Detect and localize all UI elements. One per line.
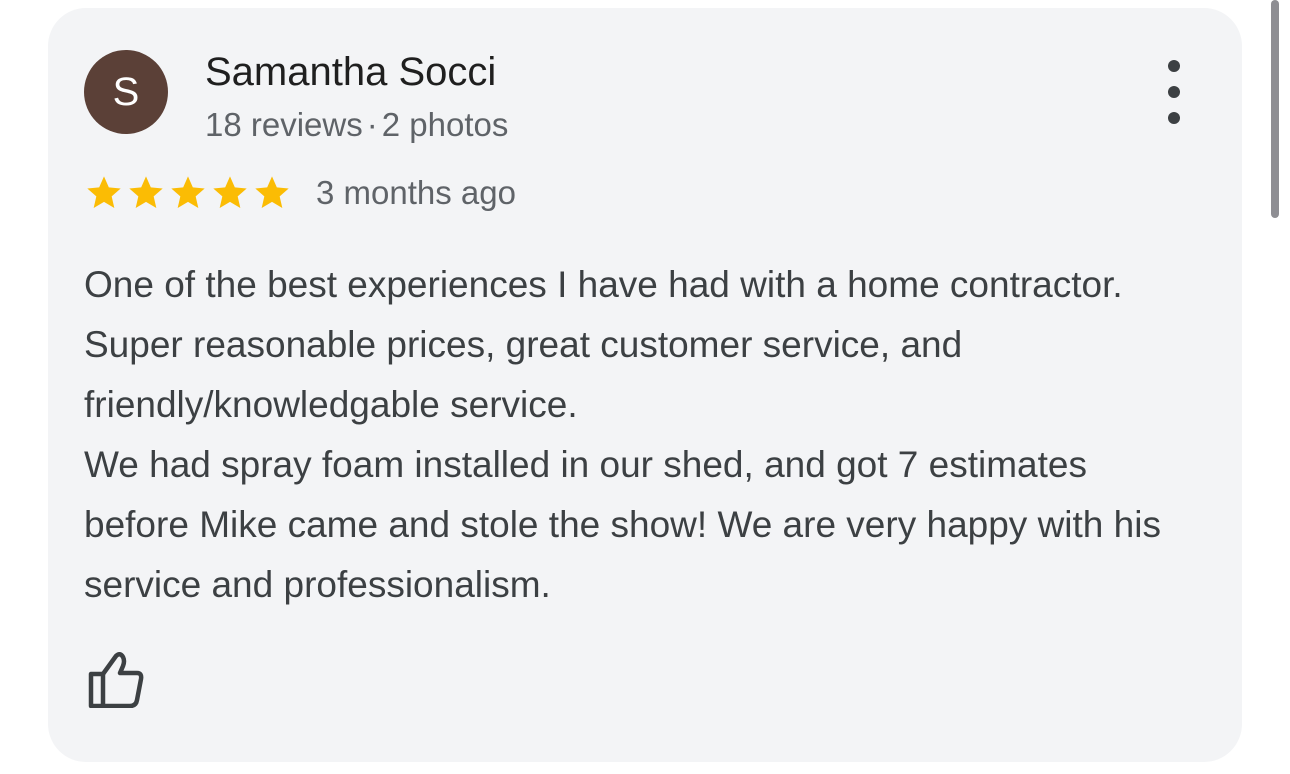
review-text: One of the best experiences I have had w… [84,255,1184,615]
review-page: S Samantha Socci 18 reviews · 2 photos 3 m… [0,0,1290,774]
review-count: 18 reviews [205,106,363,143]
review-paragraph: One of the best experiences I have had w… [84,264,1123,425]
star-icon [255,176,289,208]
star-icon [87,176,121,208]
author-meta: 18 reviews · 2 photos [205,103,508,147]
rating-row: 3 months ago [84,172,516,214]
star-rating [84,173,294,213]
more-vert-icon-dot [1168,112,1180,124]
more-vert-icon-dot [1168,86,1180,98]
photo-count: 2 photos [381,106,509,143]
review-card: S Samantha Socci 18 reviews · 2 photos 3 m… [48,8,1242,762]
star-icon [213,176,247,208]
avatar[interactable]: S [84,50,168,134]
more-vert-icon-dot [1168,60,1180,72]
thumbs-up-icon [88,652,144,709]
review-paragraph: We had spray foam installed in our shed,… [84,444,1161,605]
star-icon [129,176,163,208]
review-date: 3 months ago [316,174,516,211]
author-name[interactable]: Samantha Socci [205,46,496,98]
star-icon [171,176,205,208]
scrollbar[interactable] [1271,0,1279,218]
meta-separator: · [366,106,378,143]
like-button[interactable] [86,648,146,709]
more-options-button[interactable] [1154,60,1194,124]
